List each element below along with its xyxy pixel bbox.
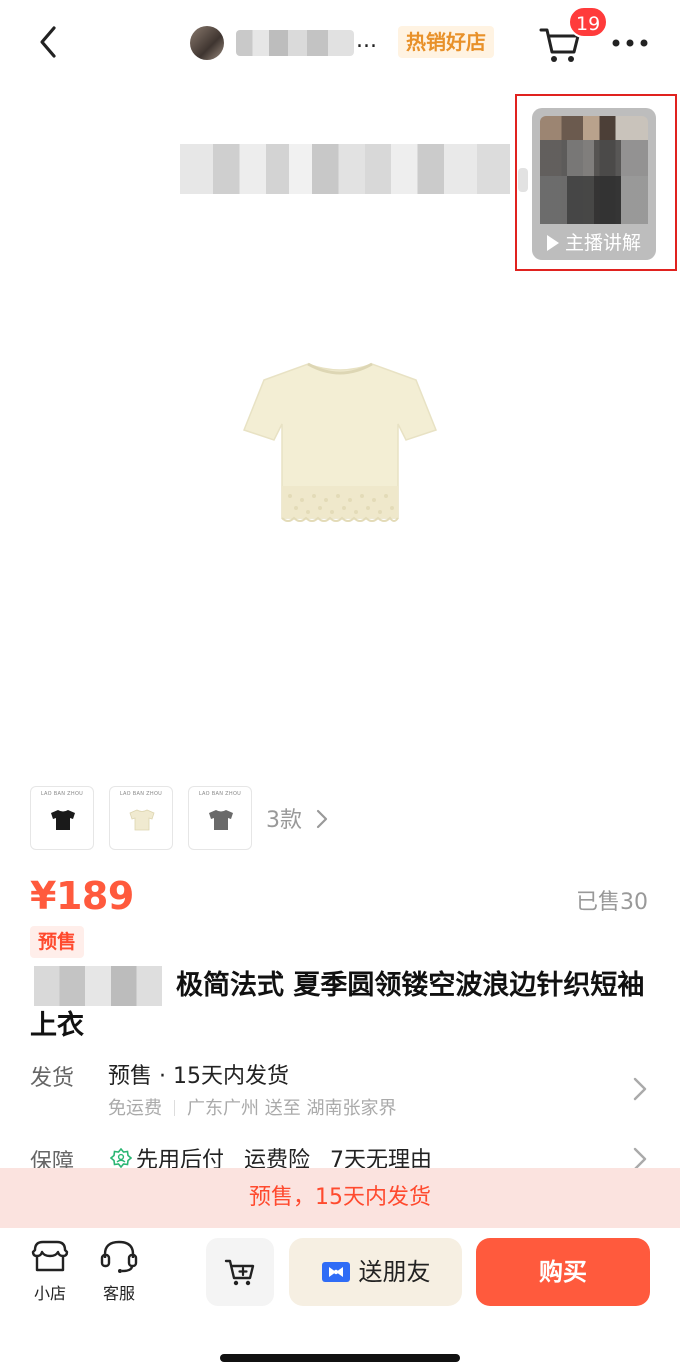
add-to-cart-button[interactable] (206, 1238, 274, 1306)
send-to-friend-label: 送朋友 (358, 1258, 431, 1286)
headset-icon (100, 1240, 138, 1273)
variant-brand-text: LAO BAN ZHOU (198, 791, 242, 797)
presale-tag: 预售 (30, 926, 85, 958)
variant-brand-text: LAO BAN ZHOU (40, 791, 84, 797)
buy-later-shield-icon (110, 1148, 132, 1169)
product-price: ¥189 (30, 874, 134, 918)
product-title: 极简法式 夏季圆领镂空波浪边针织短袖上衣 (30, 970, 645, 1041)
live-thumbnail (540, 116, 648, 224)
play-icon (546, 235, 559, 251)
tshirt-icon (209, 810, 233, 830)
gift-icon (321, 1262, 350, 1282)
variant-brand-text: LAO BAN ZHOU (119, 791, 163, 797)
variant-count-label: 3款 (266, 808, 302, 833)
store-name[interactable]: ... (236, 26, 386, 60)
variant-thumb-cream[interactable]: LAO BAN ZHOU (109, 786, 173, 850)
sold-count: 已售30 (576, 890, 648, 915)
variant-thumb-black[interactable]: LAO BAN ZHOU (30, 786, 94, 850)
variant-thumb-grey[interactable]: LAO BAN ZHOU (188, 786, 252, 850)
shop-label: 小店 (33, 1284, 66, 1303)
shipping-label: 发货 (30, 1066, 75, 1091)
more-button[interactable] (608, 28, 652, 58)
top-bar: ... 热销好店 19 (0, 0, 680, 88)
store-badge: 热销好店 (398, 26, 494, 58)
buy-button[interactable]: 购买 (476, 1238, 650, 1306)
variant-selector: LAO BAN ZHOU LAO BAN ZHOU LAO BAN ZHOU 3… (30, 786, 670, 850)
more-icon (612, 39, 648, 47)
cart-plus-icon (224, 1259, 255, 1286)
home-indicator (220, 1354, 460, 1362)
variant-count-link[interactable]: 3款 (266, 802, 329, 834)
service-label: 客服 (102, 1284, 135, 1303)
live-explain-label: 主播讲解 (532, 230, 656, 256)
store-avatar[interactable] (190, 26, 224, 60)
bottom-action-bar: 小店 客服 送朋友 购买 (0, 1228, 680, 1367)
tshirt-icon (129, 809, 155, 831)
shipping-route: 广东广州 送至 湖南张家界 (187, 1098, 397, 1119)
cart-count-badge: 19 (568, 6, 609, 38)
chevron-right-icon[interactable] (632, 1076, 648, 1102)
tshirt-icon (51, 810, 75, 830)
product-image (243, 362, 437, 522)
redacted-banner-text (180, 144, 510, 194)
free-shipping-text: 免运费 (108, 1098, 162, 1119)
send-to-friend-button[interactable]: 送朋友 (289, 1238, 462, 1306)
live-explain-text: 主播讲解 (564, 232, 641, 254)
live-explain-card[interactable]: 主播讲解 (532, 108, 656, 260)
store-name-ellipsis: ... (356, 28, 377, 53)
shop-icon (31, 1240, 69, 1272)
chevron-left-icon (40, 26, 56, 58)
presale-notice-bar: 预售，15天内发货 (0, 1168, 680, 1228)
back-button[interactable] (30, 22, 66, 62)
shop-button[interactable]: 小店 (20, 1238, 80, 1304)
chevron-right-icon (316, 809, 328, 829)
customer-service-button[interactable]: 客服 (89, 1238, 149, 1304)
store-name-redacted (236, 30, 354, 56)
shipping-detail: 免运费 广东广州 送至 湖南张家界 (108, 1094, 396, 1120)
shipping-info[interactable]: 预售 · 15天内发货 (108, 1058, 289, 1090)
